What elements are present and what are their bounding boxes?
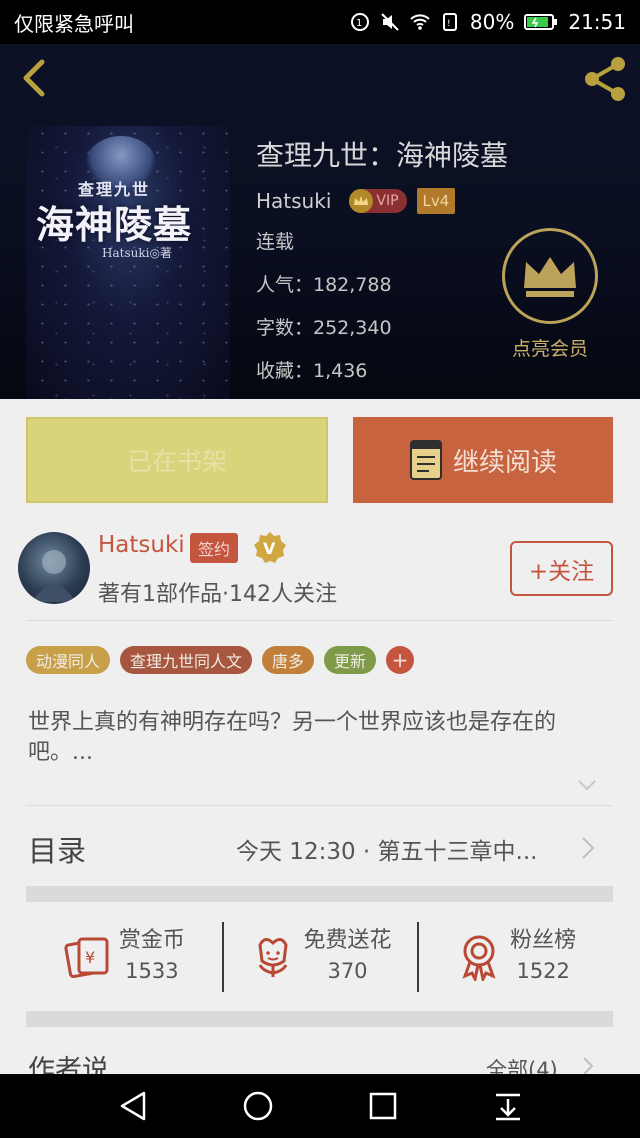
reward-coins-label: 赏金币 bbox=[118, 928, 185, 953]
reward-flowers[interactable]: 免费送花 370 bbox=[221, 920, 418, 992]
back-arrow-icon[interactable] bbox=[18, 58, 50, 98]
tag-charlie-fanfic[interactable]: 查理九世同人文 bbox=[120, 646, 253, 674]
vip-member-label[interactable]: 点亮会员 bbox=[490, 334, 610, 361]
tag-anime-fanfic[interactable]: 动漫同人 bbox=[26, 646, 111, 674]
reward-fans[interactable]: 粉丝榜 1522 bbox=[417, 920, 613, 992]
status-bar: 仅限紧急呼叫 1 ! 80% 21:51 bbox=[0, 0, 640, 44]
nav-back-button[interactable] bbox=[111, 1084, 155, 1128]
nav-home-button[interactable] bbox=[236, 1084, 280, 1128]
book-author-row: Hatsuki VIP Lv4 bbox=[256, 186, 496, 216]
battery-icon bbox=[524, 14, 558, 30]
catalog-label[interactable]: 目录 bbox=[28, 828, 86, 870]
tag-updating[interactable]: 更新 bbox=[324, 646, 377, 674]
vip-badge: VIP bbox=[349, 189, 407, 213]
book-cover[interactable]: 查理九世 海神陵墓 Hatsuki◎著 bbox=[26, 126, 230, 399]
book-header: 查理九世 海神陵墓 Hatsuki◎著 查理九世：海神陵墓 Hatsuki VI… bbox=[0, 44, 640, 399]
circle-home-icon bbox=[243, 1091, 272, 1121]
tag-tangduo[interactable]: 唐多 bbox=[262, 646, 315, 674]
chevron-right-icon[interactable] bbox=[581, 836, 595, 860]
nav-notification-button[interactable] bbox=[486, 1084, 530, 1128]
divider bbox=[26, 620, 613, 621]
share-icon[interactable] bbox=[580, 54, 630, 104]
vip-member-crown-icon[interactable] bbox=[502, 228, 598, 324]
nav-recents-button[interactable] bbox=[361, 1084, 405, 1128]
continue-reading-button[interactable]: 继续阅读 bbox=[353, 417, 613, 503]
reward-fans-value: 1522 bbox=[516, 959, 570, 983]
cover-byline: Hatsuki◎著 bbox=[102, 246, 172, 260]
svg-text:¥: ¥ bbox=[85, 948, 95, 967]
author-name[interactable]: Hatsuki bbox=[98, 532, 185, 558]
reward-row: ¥ 赏金币 1533 免费送花 370 粉丝榜 1522 bbox=[26, 920, 613, 992]
add-tag-button[interactable]: + bbox=[386, 646, 415, 674]
continue-reading-label: 继续阅读 bbox=[452, 447, 557, 478]
coin-red-envelope-icon: ¥ bbox=[64, 937, 109, 979]
wifi-icon bbox=[410, 14, 430, 30]
book-author-name[interactable]: Hatsuki bbox=[256, 189, 331, 213]
vip-badge-label: VIP bbox=[376, 193, 399, 209]
follow-button[interactable]: +关注 bbox=[510, 541, 613, 596]
section-separator bbox=[26, 1011, 613, 1027]
sim-icon: ! bbox=[442, 13, 457, 31]
system-nav-bar bbox=[0, 1074, 640, 1138]
book-description[interactable]: 世界上真的有神明存在吗？另一个世界应该也是存在的吧。... bbox=[28, 708, 613, 768]
signed-badge: 签约 bbox=[190, 533, 239, 563]
on-shelf-button[interactable]: 已在书架 bbox=[26, 417, 328, 503]
tag-list: 动漫同人 查理九世同人文 唐多 更新 + bbox=[26, 646, 415, 674]
level-badge: Lv4 bbox=[416, 188, 456, 214]
chevron-right-icon[interactable] bbox=[582, 1056, 594, 1076]
verified-badge-icon: V bbox=[254, 532, 286, 563]
section-separator bbox=[26, 886, 613, 902]
flower-icon bbox=[257, 938, 288, 977]
reward-flowers-value: 370 bbox=[327, 959, 368, 983]
cover-title-text: 海神陵墓 bbox=[36, 202, 193, 247]
data-saver-icon: 1 bbox=[350, 13, 369, 31]
reward-coins-value: 1533 bbox=[125, 959, 179, 983]
chevron-down-icon[interactable] bbox=[577, 778, 597, 792]
square-recents-icon bbox=[369, 1092, 396, 1120]
serial-status: 连载 bbox=[256, 231, 295, 253]
vip-crown-icon bbox=[349, 189, 374, 213]
clock: 21:51 bbox=[568, 10, 626, 34]
reward-fans-label: 粉丝榜 bbox=[510, 928, 577, 953]
reward-flowers-label: 免费送花 bbox=[303, 928, 392, 953]
carrier-text: 仅限紧急呼叫 bbox=[14, 11, 134, 36]
svg-text:1: 1 bbox=[356, 18, 362, 29]
popularity-stat: 人气：182,788 bbox=[256, 274, 392, 296]
latest-chapter[interactable]: 今天 12:30 · 第五十三章中... bbox=[236, 832, 537, 866]
reward-coins[interactable]: ¥ 赏金币 1533 bbox=[26, 920, 222, 992]
book-icon bbox=[409, 440, 442, 480]
verified-letter: V bbox=[263, 539, 276, 558]
triangle-back-icon bbox=[120, 1091, 145, 1121]
svg-text:!: ! bbox=[447, 19, 451, 29]
book-info: 查理九世：海神陵墓 Hatsuki VIP Lv4 连载 人气：182,788 … bbox=[256, 136, 509, 393]
book-title: 查理九世：海神陵墓 bbox=[256, 139, 509, 172]
divider bbox=[26, 805, 613, 806]
favorites-stat: 收藏：1,436 bbox=[256, 360, 368, 382]
status-icons: 1 ! 80% 21:51 bbox=[350, 10, 626, 34]
mute-icon bbox=[381, 13, 399, 31]
author-stats: 著有1部作品·142人关注 bbox=[98, 582, 337, 607]
fan-badge-icon bbox=[462, 935, 496, 981]
on-shelf-label: 已在书架 bbox=[126, 447, 227, 476]
word-count-stat: 字数：252,340 bbox=[256, 317, 392, 339]
battery-percent: 80% bbox=[469, 10, 515, 34]
pull-down-icon bbox=[495, 1093, 520, 1121]
author-avatar[interactable] bbox=[18, 532, 90, 604]
